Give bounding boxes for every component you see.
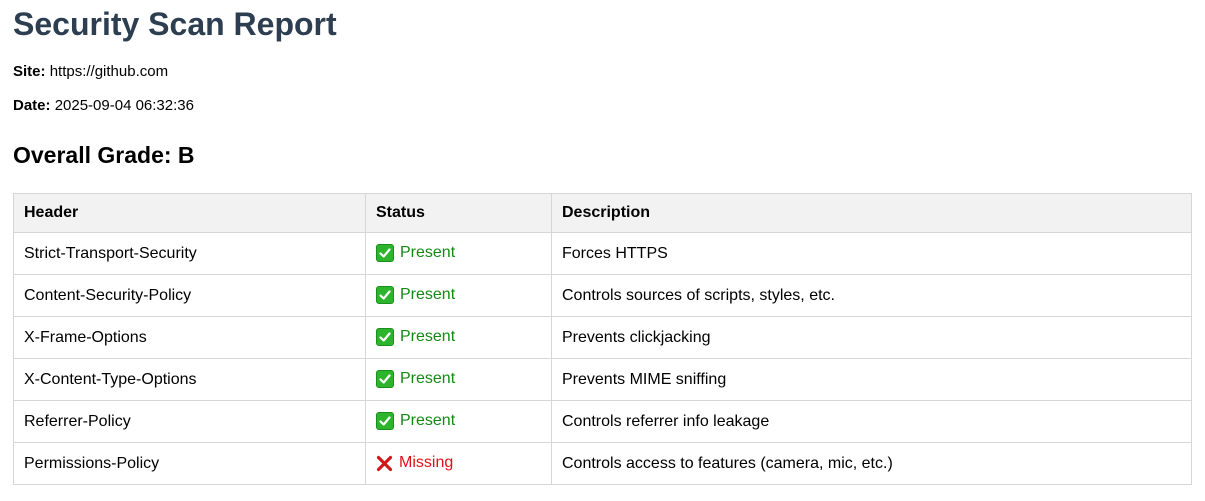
check-mark-icon (376, 244, 394, 262)
status-cell: Present (365, 274, 552, 317)
check-mark-icon (376, 328, 394, 346)
description-cell: Prevents clickjacking (551, 316, 1192, 359)
check-mark-icon (376, 370, 394, 388)
column-header-description: Description (551, 193, 1192, 233)
table-row: Content-Security-Policy Present Controls s… (13, 274, 1192, 317)
header-name-cell: X-Frame-Options (13, 316, 366, 359)
status-text: Present (400, 412, 456, 429)
table-header-row: Header Status Description (13, 193, 1192, 233)
header-name-cell: X-Content-Type-Options (13, 358, 366, 401)
cross-mark-icon (376, 455, 393, 472)
description-cell: Controls sources of scripts, styles, etc… (551, 274, 1192, 317)
header-name-cell: Strict-Transport-Security (13, 232, 366, 275)
status-badge: Present (376, 370, 455, 388)
headers-table: Header Status Description Strict-Transpo… (13, 193, 1192, 485)
status-badge: Present (376, 412, 455, 430)
table-row: Referrer-Policy Present Controls referrer … (13, 400, 1192, 443)
site-line: Site: https://github.com (13, 63, 1192, 81)
check-mark-icon (376, 412, 394, 430)
description-cell: Forces HTTPS (551, 232, 1192, 275)
date-line: Date: 2025-09-04 06:32:36 (13, 97, 1192, 115)
status-cell: Present (365, 232, 552, 275)
status-text: Present (400, 286, 456, 303)
page-title: Security Scan Report (13, 6, 337, 42)
status-cell: Present (365, 316, 552, 359)
status-text: Present (400, 244, 456, 261)
column-header-status: Status (365, 193, 552, 233)
overall-grade: Overall Grade: B (13, 142, 195, 168)
status-badge: Present (376, 244, 455, 262)
status-cell: Present (365, 400, 552, 443)
table-row: Strict-Transport-Security Present Forces H… (13, 232, 1192, 275)
status-cell: Present (365, 358, 552, 401)
description-cell: Controls access to features (camera, mic… (551, 442, 1192, 485)
table-row: Permissions-Policy Missing Controls access… (13, 442, 1192, 485)
status-badge: Missing (376, 454, 453, 472)
status-cell: Missing (365, 442, 552, 485)
date-value: 2025-09-04 06:32:36 (54, 97, 194, 114)
site-value: https://github.com (49, 63, 169, 80)
check-mark-icon (376, 286, 394, 304)
table-row: X-Frame-Options Present Prevents clickjack… (13, 316, 1192, 359)
status-badge: Present (376, 328, 455, 346)
status-text: Missing (399, 454, 454, 472)
header-name-cell: Permissions-Policy (13, 442, 366, 485)
report-page: Security Scan Report Site: https://githu… (0, 0, 1205, 485)
date-label: Date: (13, 97, 51, 114)
header-name-cell: Content-Security-Policy (13, 274, 366, 317)
description-cell: Prevents MIME sniffing (551, 358, 1192, 401)
table-row: X-Content-Type-Options Present Prevents MI… (13, 358, 1192, 401)
site-label: Site: (13, 63, 46, 80)
status-badge: Present (376, 286, 455, 304)
description-cell: Controls referrer info leakage (551, 400, 1192, 443)
status-text: Present (400, 370, 456, 387)
header-name-cell: Referrer-Policy (13, 400, 366, 443)
column-header-header: Header (13, 193, 366, 233)
status-text: Present (400, 328, 456, 345)
